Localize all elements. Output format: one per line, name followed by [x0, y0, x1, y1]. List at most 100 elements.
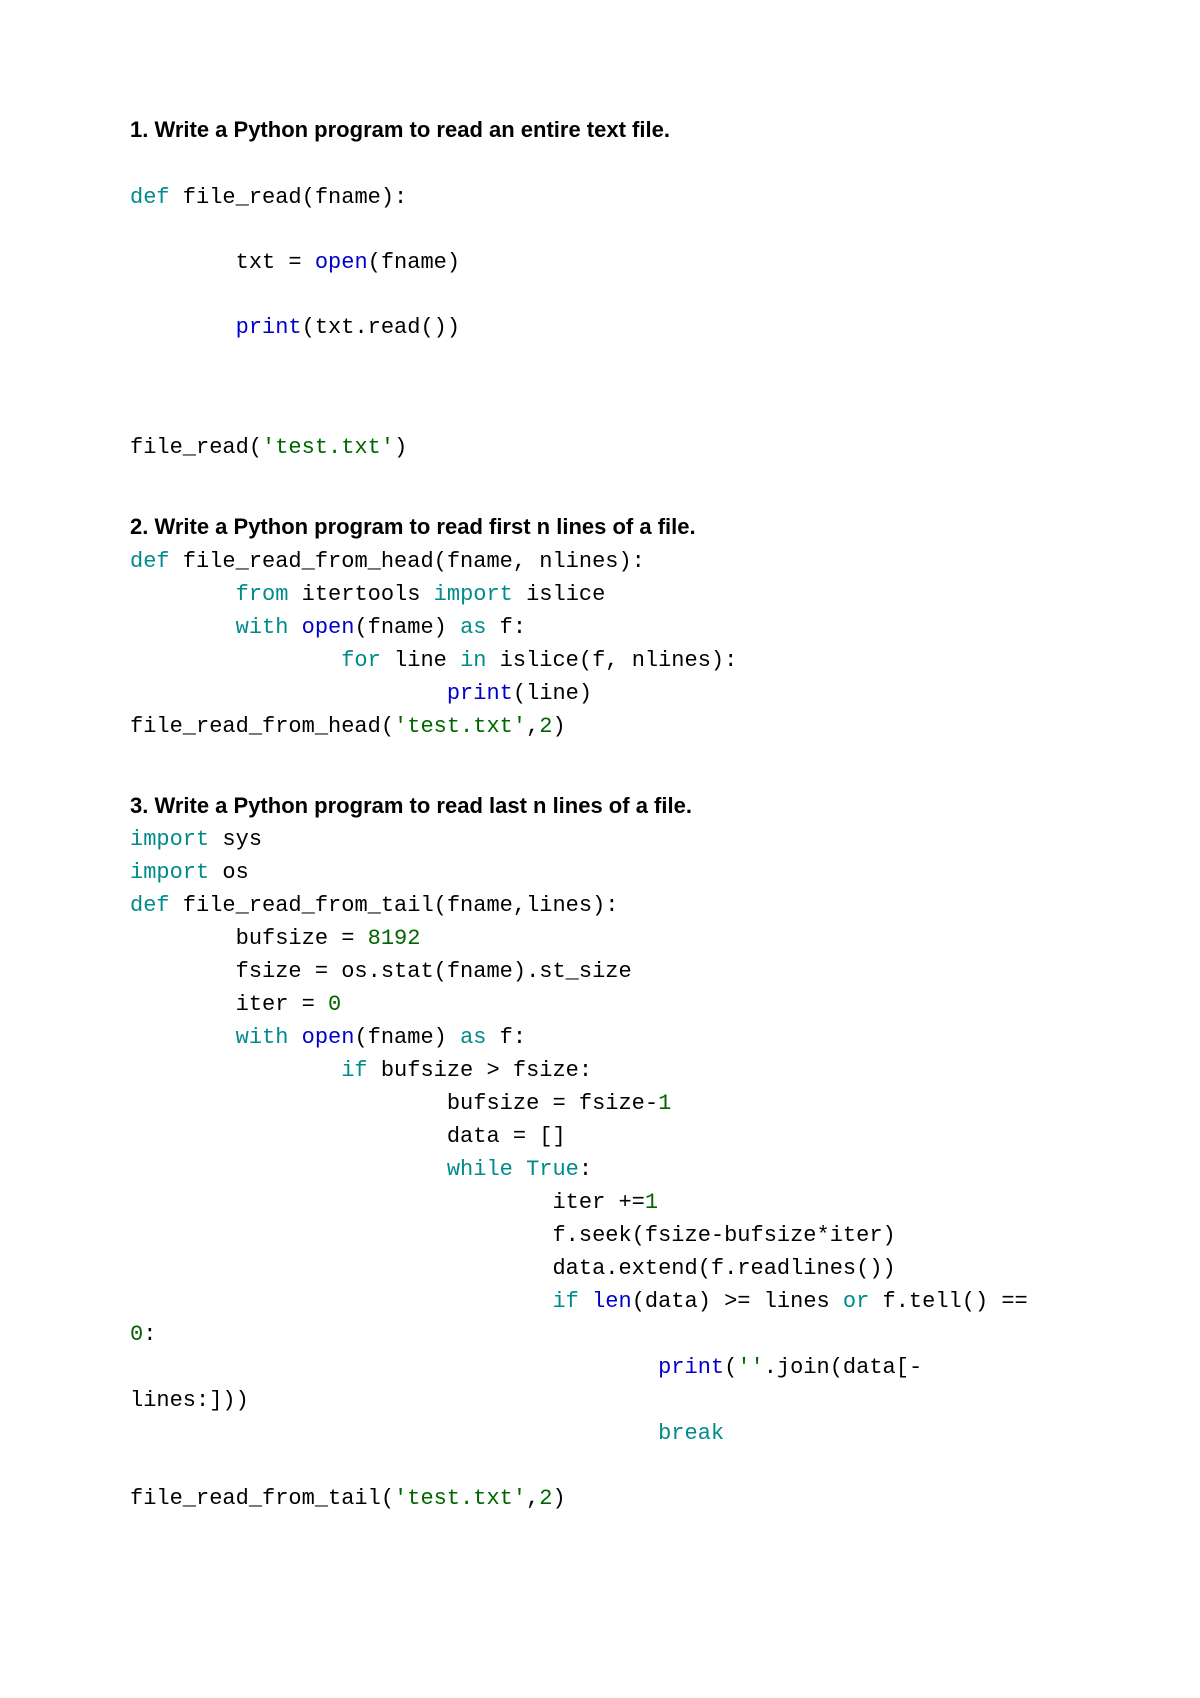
code-line: file_read('test.txt')	[130, 431, 1080, 464]
document-page: 1. Write a Python program to read an ent…	[0, 0, 1200, 1615]
code-text: fsize = os.stat(fname).st_size	[130, 959, 632, 984]
code-text	[130, 1025, 236, 1050]
spacer	[130, 1450, 1080, 1482]
number-literal: 2	[539, 714, 552, 739]
code-text: ,	[526, 1486, 539, 1511]
code-text	[288, 615, 301, 640]
string-literal: 'test.txt'	[262, 435, 394, 460]
code-line: print(txt.read())	[130, 311, 1080, 344]
number-literal: 8192	[368, 926, 421, 951]
keyword-in: in	[460, 648, 486, 673]
code-text: (fname)	[368, 250, 460, 275]
builtin-print: print	[236, 315, 302, 340]
code-text	[130, 1289, 552, 1314]
code-block-3: import sys import os def file_read_from_…	[130, 823, 1080, 1450]
code-text	[130, 648, 341, 673]
code-text: (	[724, 1355, 737, 1380]
number-literal: 0	[130, 1322, 143, 1347]
code-text: )	[394, 435, 407, 460]
heading-1: 1. Write a Python program to read an ent…	[130, 115, 1080, 146]
keyword-def: def	[130, 549, 170, 574]
builtin-print: print	[658, 1355, 724, 1380]
code-text: (txt.read())	[302, 315, 460, 340]
code-text	[130, 1355, 658, 1380]
keyword-def: def	[130, 893, 170, 918]
code-text	[130, 615, 236, 640]
heading-2: 2. Write a Python program to read first …	[130, 512, 1080, 543]
string-literal: 'test.txt'	[394, 714, 526, 739]
keyword-true: True	[526, 1157, 579, 1182]
code-text: data = []	[130, 1124, 566, 1149]
spacer	[130, 214, 1080, 246]
code-text: (fname)	[354, 1025, 460, 1050]
code-text	[288, 1025, 301, 1050]
builtin-len: len	[592, 1289, 632, 1314]
code-text: file_read_from_tail(fname,lines):	[170, 893, 619, 918]
number-literal: 1	[658, 1091, 671, 1116]
code-text	[130, 1058, 341, 1083]
code-text: f:	[486, 615, 526, 640]
spacer	[130, 743, 1080, 791]
keyword-with: with	[236, 1025, 289, 1050]
keyword-from: from	[236, 582, 289, 607]
keyword-with: with	[236, 615, 289, 640]
keyword-or: or	[843, 1289, 869, 1314]
keyword-import: import	[130, 827, 209, 852]
code-text: (fname)	[354, 615, 460, 640]
code-text	[130, 315, 236, 340]
code-text: file_read_from_head(	[130, 714, 394, 739]
code-text: file_read(	[130, 435, 262, 460]
code-text: itertools	[288, 582, 433, 607]
code-text: bufsize =	[130, 926, 368, 951]
keyword-if: if	[552, 1289, 578, 1314]
builtin-open: open	[315, 250, 368, 275]
keyword-import: import	[130, 860, 209, 885]
spacer	[130, 344, 1080, 399]
code-text: )	[552, 1486, 565, 1511]
code-text: file_read_from_tail(	[130, 1486, 394, 1511]
code-text: :	[579, 1157, 592, 1182]
spacer	[130, 399, 1080, 431]
keyword-as: as	[460, 1025, 486, 1050]
keyword-def: def	[130, 185, 170, 210]
code-text: .join(data[-	[764, 1355, 922, 1380]
code-text: f.tell() ==	[869, 1289, 1041, 1314]
code-text	[130, 1421, 658, 1446]
keyword-import: import	[434, 582, 513, 607]
code-text: txt =	[130, 250, 315, 275]
code-text: lines:]))	[130, 1388, 249, 1413]
builtin-open: open	[302, 615, 355, 640]
code-text: bufsize = fsize-	[130, 1091, 658, 1116]
builtin-open: open	[302, 1025, 355, 1050]
code-text: file_read_from_head(fname, nlines):	[170, 549, 645, 574]
code-text: ,	[526, 714, 539, 739]
keyword-while: while	[447, 1157, 513, 1182]
keyword-as: as	[460, 615, 486, 640]
code-text	[513, 1157, 526, 1182]
number-literal: 2	[539, 1486, 552, 1511]
code-text: f.seek(fsize-bufsize*iter)	[130, 1223, 896, 1248]
code-text: islice	[513, 582, 605, 607]
code-text	[130, 681, 447, 706]
code-text: bufsize > fsize:	[368, 1058, 592, 1083]
code-block-1: def file_read(fname):	[130, 181, 1080, 214]
string-literal: ''	[737, 1355, 763, 1380]
code-text: :	[143, 1322, 156, 1347]
code-text: (data) >= lines	[632, 1289, 843, 1314]
code-text: iter +=	[130, 1190, 645, 1215]
keyword-for: for	[341, 648, 381, 673]
code-text: line	[381, 648, 460, 673]
code-text: f:	[486, 1025, 526, 1050]
code-text: data.extend(f.readlines())	[130, 1256, 896, 1281]
spacer	[130, 279, 1080, 311]
number-literal: 1	[645, 1190, 658, 1215]
builtin-print: print	[447, 681, 513, 706]
code-line: file_read_from_tail('test.txt',2)	[130, 1482, 1080, 1515]
code-text	[579, 1289, 592, 1314]
code-text	[130, 1157, 447, 1182]
code-block-2: def file_read_from_head(fname, nlines): …	[130, 545, 1080, 743]
code-text: iter =	[130, 992, 328, 1017]
keyword-if: if	[341, 1058, 367, 1083]
keyword-break: break	[658, 1421, 724, 1446]
string-literal: 'test.txt'	[394, 1486, 526, 1511]
